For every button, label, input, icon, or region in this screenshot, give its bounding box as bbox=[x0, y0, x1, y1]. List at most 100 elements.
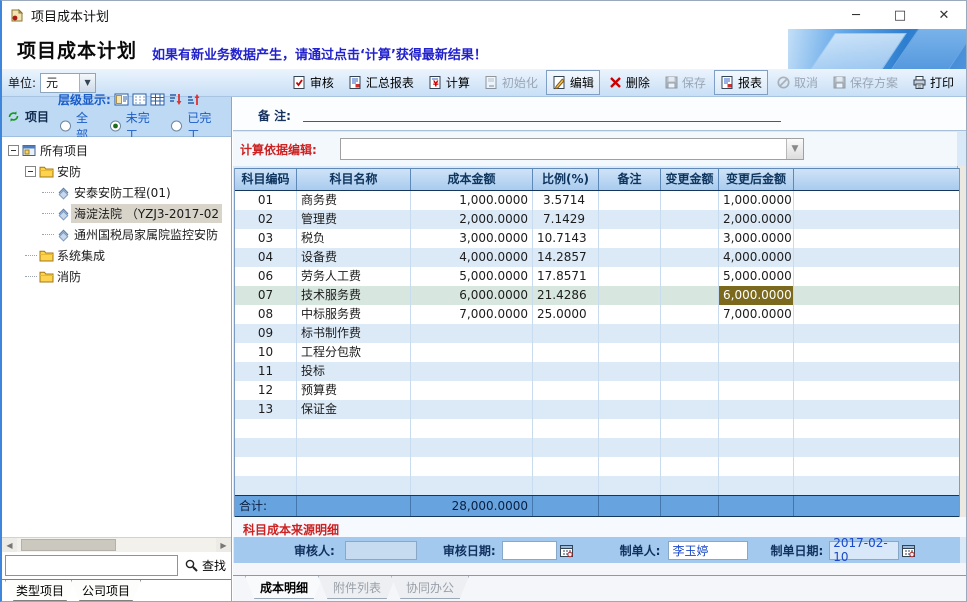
cell-change[interactable] bbox=[661, 286, 719, 305]
cell-change[interactable] bbox=[661, 191, 719, 210]
cell-code[interactable]: 11 bbox=[235, 362, 297, 381]
cell-remark[interactable] bbox=[599, 248, 661, 267]
cell-remark[interactable] bbox=[599, 400, 661, 419]
column-header[interactable]: 变更金额 bbox=[661, 169, 719, 190]
cell-ratio[interactable]: 17.8571 bbox=[533, 267, 599, 286]
search-input[interactable] bbox=[5, 555, 178, 576]
cell-remark[interactable] bbox=[599, 267, 661, 286]
cell-change[interactable] bbox=[661, 362, 719, 381]
cell-after[interactable] bbox=[719, 476, 794, 495]
cell-after[interactable] bbox=[719, 324, 794, 343]
grid-view-icon[interactable] bbox=[150, 92, 165, 107]
column-header[interactable]: 成本金额 bbox=[411, 169, 533, 190]
create-date-field[interactable]: 2017-02-10 bbox=[829, 541, 899, 560]
tree-expander-icon[interactable] bbox=[25, 166, 36, 177]
cell-code[interactable]: 12 bbox=[235, 381, 297, 400]
cell-remark[interactable] bbox=[599, 457, 661, 476]
table-row[interactable]: 04设备费4,000.000014.28574,000.0000 bbox=[235, 248, 959, 267]
cell-code[interactable]: 13 bbox=[235, 400, 297, 419]
cell-remark[interactable] bbox=[599, 229, 661, 248]
cell-ratio[interactable]: 7.1429 bbox=[533, 210, 599, 229]
cell-ratio[interactable] bbox=[533, 400, 599, 419]
cell-ratio[interactable]: 25.0000 bbox=[533, 305, 599, 324]
cell-name[interactable] bbox=[297, 476, 411, 495]
close-button[interactable]: ✕ bbox=[922, 1, 966, 29]
cell-remark[interactable] bbox=[599, 210, 661, 229]
tree-item[interactable]: 安泰安防工程(01) bbox=[4, 182, 231, 203]
cell-amount[interactable] bbox=[411, 476, 533, 495]
cell-remark[interactable] bbox=[599, 438, 661, 457]
cell-name[interactable]: 中标服务费 bbox=[297, 305, 411, 324]
tree-item[interactable]: 安防 bbox=[4, 161, 231, 182]
thumbnail-view-icon[interactable] bbox=[114, 92, 129, 107]
cell-change[interactable] bbox=[661, 248, 719, 267]
cell-after[interactable] bbox=[719, 381, 794, 400]
calculate-button[interactable]: ¥计算 bbox=[422, 70, 476, 95]
cell-change[interactable] bbox=[661, 476, 719, 495]
table-row[interactable]: 07技术服务费6,000.000021.42866,000.0000 bbox=[235, 286, 959, 305]
cell-name[interactable]: 商务费 bbox=[297, 191, 411, 210]
cell-code[interactable]: 04 bbox=[235, 248, 297, 267]
cell-amount[interactable] bbox=[411, 362, 533, 381]
table-row[interactable]: 11投标 bbox=[235, 362, 959, 381]
table-row[interactable]: 09标书制作费 bbox=[235, 324, 959, 343]
tab-成本明细[interactable]: 成本明细 bbox=[245, 576, 323, 599]
sidebar-tab-类型项目[interactable]: 类型项目 bbox=[5, 580, 75, 601]
cell-name[interactable]: 预算费 bbox=[297, 381, 411, 400]
sort-desc-icon[interactable] bbox=[168, 92, 183, 107]
cell-change[interactable] bbox=[661, 305, 719, 324]
cell-amount[interactable]: 3,000.0000 bbox=[411, 229, 533, 248]
cell-name[interactable]: 劳务人工费 bbox=[297, 267, 411, 286]
column-header[interactable]: 变更后金额 bbox=[719, 169, 794, 190]
cell-name[interactable]: 保证金 bbox=[297, 400, 411, 419]
tree-item[interactable]: 所有项目 bbox=[4, 140, 231, 161]
refresh-icon[interactable] bbox=[6, 109, 21, 124]
cell-ratio[interactable]: 14.2857 bbox=[533, 248, 599, 267]
cell-amount[interactable]: 1,000.0000 bbox=[411, 191, 533, 210]
cell-amount[interactable] bbox=[411, 381, 533, 400]
edit-button[interactable]: 编辑 bbox=[546, 70, 600, 95]
table-row[interactable]: 12预算费 bbox=[235, 381, 959, 400]
horizontal-scrollbar[interactable]: ◀ ▶ bbox=[2, 537, 231, 552]
cell-amount[interactable] bbox=[411, 438, 533, 457]
cell-change[interactable] bbox=[661, 343, 719, 362]
cell-change[interactable] bbox=[661, 324, 719, 343]
cell-change[interactable] bbox=[661, 381, 719, 400]
maximize-button[interactable]: □ bbox=[878, 1, 922, 29]
search-button[interactable]: 查找 bbox=[182, 555, 228, 576]
table-row[interactable]: 01商务费1,000.00003.57141,000.0000 bbox=[235, 191, 959, 210]
cell-code[interactable]: 08 bbox=[235, 305, 297, 324]
cell-amount[interactable]: 5,000.0000 bbox=[411, 267, 533, 286]
cell-after[interactable] bbox=[719, 419, 794, 438]
column-header[interactable] bbox=[794, 169, 959, 190]
cell-code[interactable] bbox=[235, 476, 297, 495]
cell-code[interactable]: 02 bbox=[235, 210, 297, 229]
audit-button[interactable]: 审核 bbox=[286, 70, 340, 95]
cell-code[interactable] bbox=[235, 438, 297, 457]
cell-name[interactable] bbox=[297, 438, 411, 457]
cell-after[interactable] bbox=[719, 400, 794, 419]
cell-code[interactable] bbox=[235, 419, 297, 438]
scroll-left-icon[interactable]: ◀ bbox=[2, 538, 17, 553]
cell-after[interactable]: 5,000.0000 bbox=[719, 267, 794, 286]
cell-ratio[interactable] bbox=[533, 381, 599, 400]
cell-remark[interactable] bbox=[599, 381, 661, 400]
remark-input[interactable] bbox=[303, 121, 781, 122]
cell-name[interactable]: 工程分包款 bbox=[297, 343, 411, 362]
cell-amount[interactable] bbox=[411, 419, 533, 438]
chevron-down-icon[interactable]: ▼ bbox=[786, 139, 803, 159]
cell-code[interactable]: 01 bbox=[235, 191, 297, 210]
cell-after[interactable] bbox=[719, 438, 794, 457]
cell-code[interactable]: 06 bbox=[235, 267, 297, 286]
column-header[interactable]: 科目名称 bbox=[297, 169, 411, 190]
scroll-right-icon[interactable]: ▶ bbox=[216, 538, 231, 553]
cell-ratio[interactable] bbox=[533, 476, 599, 495]
cell-remark[interactable] bbox=[599, 305, 661, 324]
cell-remark[interactable] bbox=[599, 191, 661, 210]
cell-ratio[interactable]: 21.4286 bbox=[533, 286, 599, 305]
table-row[interactable] bbox=[235, 457, 959, 476]
table-row[interactable]: 02管理费2,000.00007.14292,000.0000 bbox=[235, 210, 959, 229]
cell-name[interactable]: 管理费 bbox=[297, 210, 411, 229]
sidebar-tab-公司项目[interactable]: 公司项目 bbox=[71, 580, 141, 601]
cell-after[interactable]: 6,000.0000 bbox=[719, 286, 794, 305]
